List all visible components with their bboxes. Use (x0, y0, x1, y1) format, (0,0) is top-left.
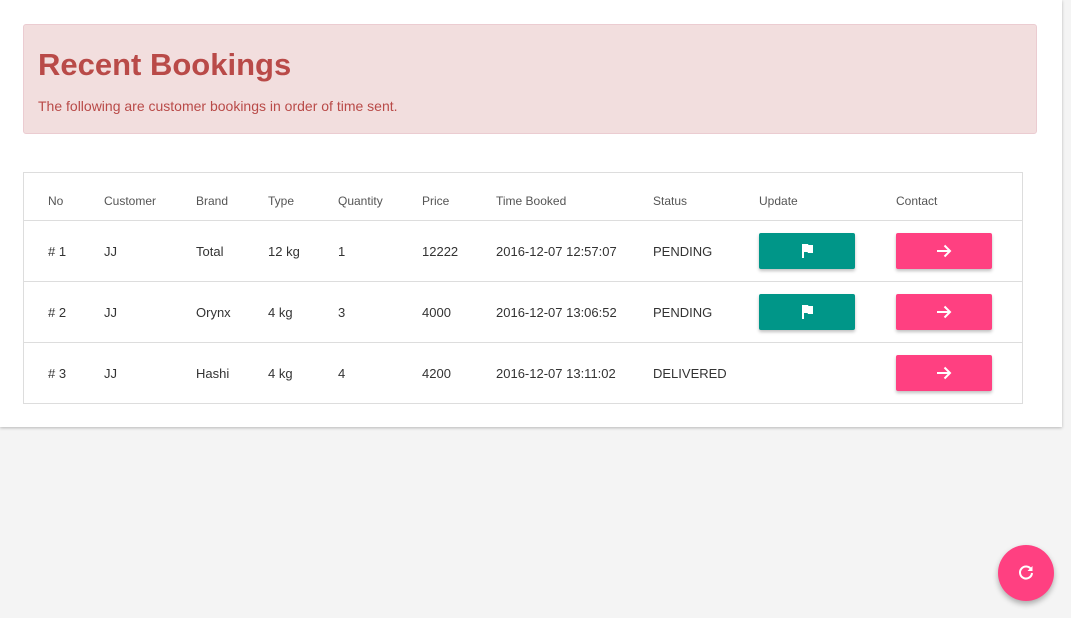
column-header-update: Update (759, 193, 798, 208)
booking-quantity: 4 (338, 365, 346, 381)
booking-no: # 2 (48, 304, 67, 320)
refresh-button[interactable] (998, 545, 1054, 601)
booking-quantity: 1 (338, 243, 346, 259)
contact-cell (896, 282, 992, 342)
booking-time: 2016-12-07 13:06:52 (496, 304, 617, 320)
page-title: Recent Bookings (38, 47, 292, 82)
contact-customer-button[interactable] (896, 294, 992, 330)
column-header-status: Status (653, 193, 688, 208)
booking-price: 12222 (422, 243, 459, 259)
table-row: # 2 JJ Orynx 4 kg 3 4000 2016-12-07 13:0… (24, 282, 1022, 343)
column-header-customer: Customer (104, 193, 157, 208)
column-header-price: Price (422, 193, 450, 208)
booking-no: # 3 (48, 365, 67, 381)
booking-time: 2016-12-07 13:11:02 (496, 365, 616, 381)
column-header-brand: Brand (196, 193, 229, 208)
booking-brand: Hashi (196, 365, 230, 381)
update-status-button[interactable] (759, 294, 855, 330)
booking-type: 4 kg (268, 304, 293, 320)
booking-quantity: 3 (338, 304, 346, 320)
contact-cell (896, 221, 992, 281)
table-row: # 1 JJ Total 12 kg 1 12222 2016-12-07 12… (24, 221, 1022, 282)
booking-time: 2016-12-07 12:57:07 (496, 243, 617, 259)
booking-status: PENDING (653, 243, 713, 259)
refresh-icon (1019, 565, 1033, 580)
booking-type: 12 kg (268, 243, 300, 259)
booking-status: DELIVERED (653, 365, 727, 381)
arrow-right-icon (937, 366, 952, 380)
update-cell (759, 282, 855, 342)
booking-customer: JJ (104, 304, 117, 320)
table-row: # 3 JJ Hashi 4 kg 4 4200 2016-12-07 13:1… (24, 343, 1022, 403)
booking-type: 4 kg (268, 365, 293, 381)
flag-icon (802, 305, 813, 319)
booking-customer: JJ (104, 243, 117, 259)
arrow-right-icon (937, 305, 952, 319)
column-header-contact: Contact (896, 193, 938, 208)
bookings-header-alert: Recent Bookings The following are custom… (23, 24, 1037, 134)
booking-price: 4000 (422, 304, 451, 320)
contact-customer-button[interactable] (896, 355, 992, 391)
main-card: Recent Bookings The following are custom… (0, 0, 1062, 427)
update-cell (759, 221, 855, 281)
page-subtitle: The following are customer bookings in o… (38, 98, 398, 114)
bookings-table: No Customer Brand Type Quantity Price Ti… (23, 172, 1023, 404)
arrow-right-icon (937, 244, 952, 258)
column-header-no: No (48, 193, 64, 208)
contact-customer-button[interactable] (896, 233, 992, 269)
booking-brand: Total (196, 243, 224, 259)
booking-no: # 1 (48, 243, 67, 259)
booking-customer: JJ (104, 365, 117, 381)
column-header-time-booked: Time Booked (496, 193, 567, 208)
booking-brand: Orynx (196, 304, 231, 320)
column-header-quantity: Quantity (338, 193, 383, 208)
booking-price: 4200 (422, 365, 451, 381)
contact-cell (896, 343, 992, 403)
flag-icon (802, 244, 813, 258)
booking-status: PENDING (653, 304, 713, 320)
table-header-row: No Customer Brand Type Quantity Price Ti… (24, 173, 1022, 221)
update-status-button[interactable] (759, 233, 855, 269)
column-header-type: Type (268, 193, 295, 208)
